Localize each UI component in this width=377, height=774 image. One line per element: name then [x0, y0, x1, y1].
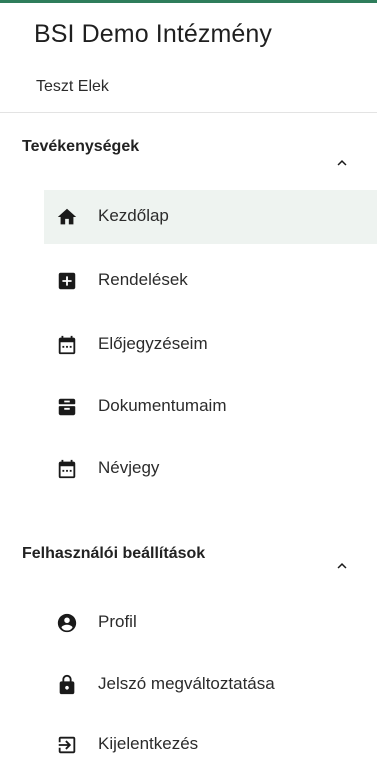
calendar-icon [58, 459, 76, 479]
documents-tray-icon [58, 398, 76, 416]
logout-icon [58, 736, 76, 754]
section-title-user-settings: Felhasználói beállítások [22, 545, 206, 562]
calendar-icon [58, 335, 76, 355]
section-header-user-settings[interactable]: Felhasználói beállítások [0, 545, 377, 589]
section-header-activities[interactable]: Tevékenységek [0, 138, 377, 182]
organization-name: BSI Demo Intézmény [34, 20, 273, 48]
chevron-up-icon[interactable] [333, 154, 351, 172]
nav-item-about[interactable]: Névjegy [44, 442, 377, 496]
user-name: Teszt Elek [36, 78, 109, 95]
nav-item-label: Névjegy [98, 458, 160, 477]
nav-item-label: Kezdőlap [98, 206, 169, 225]
section-title-activities: Tevékenységek [22, 138, 140, 155]
nav-item-profile[interactable]: Profil [44, 596, 377, 650]
nav-item-logout[interactable]: Kijelentkezés [44, 718, 377, 772]
nav-item-label: Rendelések [98, 270, 188, 289]
nav-item-label: Kijelentkezés [98, 734, 199, 753]
nav-item-label: Dokumentumaim [98, 396, 227, 415]
account-circle-icon [57, 613, 77, 633]
drawer-header: BSI Demo Intézmény Teszt Elek [0, 0, 377, 113]
nav-item-label: Előjegyzéseim [98, 334, 208, 353]
navigation-drawer: BSI Demo Intézmény Teszt Elek Tevékenysé… [0, 0, 377, 774]
nav-item-documents[interactable]: Dokumentumaim [44, 380, 377, 434]
nav-item-change-password[interactable]: Jelszó megváltoztatása [44, 658, 377, 712]
lock-icon [59, 674, 75, 695]
nav-item-orders[interactable]: Rendelések [44, 254, 377, 308]
chevron-up-icon[interactable] [333, 557, 351, 575]
nav-item-label: Jelszó megváltoztatása [98, 674, 275, 693]
nav-item-appointments[interactable]: Előjegyzéseim [44, 318, 377, 372]
home-icon [57, 208, 77, 225]
nav-item-label: Profil [98, 612, 137, 631]
nav-item-home[interactable]: Kezdőlap [44, 190, 377, 244]
plus-box-icon [58, 272, 76, 290]
